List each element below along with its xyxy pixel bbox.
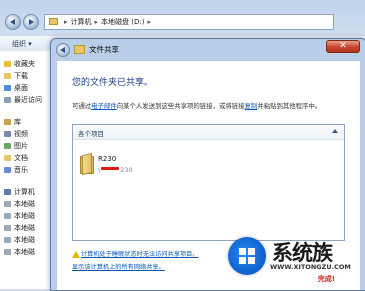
sharing-folder-icon [74,45,85,54]
sidebar-item-label: 最近访问 [14,96,42,104]
sidebar-item[interactable]: 下载 [4,71,28,81]
star-icon [4,61,11,67]
windows-logo-icon [228,237,266,275]
music-library-icon [4,167,11,173]
instructions-prefix: 可通过 [72,102,92,110]
shared-items-list: 各个项目 R230 \ 230 [72,124,345,241]
show-all-shares-link[interactable]: 显示该计算机上的所有网络共享。 [72,262,165,271]
shared-item-path[interactable]: \ 230 [98,166,133,174]
back-button[interactable] [5,14,21,30]
share-instructions: 可通过电子邮件向某个人发送到这些共享项的链接，或将链接复制并粘贴到其他程序中。 [72,101,321,110]
instructions-middle: 向某个人发送到这些共享项的链接，或将链接 [116,102,245,110]
chevron-right-icon: ▸ [94,18,99,26]
chevron-right-icon: ▸ [147,18,151,26]
sidebar-item-label: 本地磁 [14,248,35,256]
shared-item-name[interactable]: R230 [98,155,116,163]
chevron-up-icon[interactable] [332,129,338,133]
sidebar-item-label: 视频 [14,130,28,138]
sidebar-item[interactable]: 最近访问 [4,95,42,105]
drive-icon [4,249,11,255]
sidebar-item-label: 图片 [14,142,28,150]
sidebar-item-label: 本地磁 [14,200,35,208]
instructions-suffix: 并粘贴到其他程序中。 [257,102,322,110]
navigation-pane: 收藏夹 下载 桌面 最近访问库视频 图片 文档 音乐 计算机 本地磁 本地磁 本地磁 本地磁 本地磁 [0,51,53,289]
desktop-icon [4,85,11,91]
sidebar-item-label: 文档 [14,154,28,162]
folder-icon [49,18,58,25]
copy-link[interactable]: 复制 [245,102,258,110]
list-group-header[interactable]: 各个项目 [73,125,344,140]
watermark-url: WWW.XITONGZU.COM [270,263,351,271]
warning-icon [72,251,80,258]
drive-icon [4,201,11,207]
sidebar-item[interactable]: 图片 [4,141,28,151]
share-path-prefix: \ [98,166,101,174]
sidebar-item[interactable]: 文档 [4,153,28,163]
sidebar-item[interactable]: 本地磁 [4,235,35,245]
share-path-suffix: 230 [120,166,133,174]
download-folder-icon [4,73,11,79]
sidebar-item-label: 桌面 [14,84,28,92]
sidebar-item[interactable]: 本地磁 [4,247,35,257]
drive-icon [4,237,11,243]
sidebar-item[interactable]: 计算机 [4,187,35,197]
sidebar-item[interactable]: 本地磁 [4,211,35,221]
sleep-warning-link[interactable]: 计算机处于睡眠状态时无法访问共享项目。 [81,249,199,258]
sidebar-item[interactable]: 本地磁 [4,223,35,233]
dialog-back-button[interactable] [56,43,70,57]
sidebar-item-label: 收藏夹 [14,60,35,68]
watermark-logo: 系统族 WWW.XITONGZU.COM [228,233,365,289]
recent-places-icon [4,97,11,103]
close-button[interactable]: ✕ [326,40,360,53]
dialog-heading: 您的文件夹已共享。 [72,78,154,88]
sidebar-item[interactable]: 桌面 [4,83,28,93]
breadcrumb-local-disk[interactable]: 本地磁盘 (D:) [101,18,144,26]
computer-icon [4,189,11,195]
dialog-titlebar: 文件共享 ✕ [51,39,365,61]
drive-icon [4,225,11,231]
sidebar-item[interactable]: 收藏夹 [4,59,35,69]
organize-menu-button[interactable]: 组织 ▾ [12,39,32,49]
sidebar-item[interactable]: 库 [4,117,21,127]
breadcrumb-computer[interactable]: 计算机 [71,18,92,26]
chevron-right-icon: ▸ [64,18,68,26]
dialog-title: 文件共享 [89,45,119,54]
sidebar-item-label: 音乐 [14,166,28,174]
documents-library-icon [4,155,11,161]
sidebar-item-label: 下载 [14,72,28,80]
email-link[interactable]: 电子邮件 [91,102,117,110]
shared-folder-icon [80,152,94,176]
address-bar[interactable]: ▸ 计算机 ▸ 本地磁盘 (D:) ▸ [44,14,334,30]
sidebar-item-label: 库 [14,118,21,126]
sidebar-item-label: 本地磁 [14,224,35,232]
redaction-mark [101,167,120,170]
sidebar-item[interactable]: 视频 [4,129,28,139]
sidebar-item-label: 本地磁 [14,236,35,244]
list-header-label: 各个项目 [78,130,104,138]
sidebar-item[interactable]: 音乐 [4,165,28,175]
sidebar-item-label: 本地磁 [14,212,35,220]
drive-icon [4,213,11,219]
sidebar-item[interactable]: 本地磁 [4,199,35,209]
sidebar-item-label: 计算机 [14,188,35,196]
pictures-library-icon [4,143,11,149]
library-icon [4,119,11,125]
video-library-icon [4,131,11,137]
forward-button[interactable] [23,14,39,30]
